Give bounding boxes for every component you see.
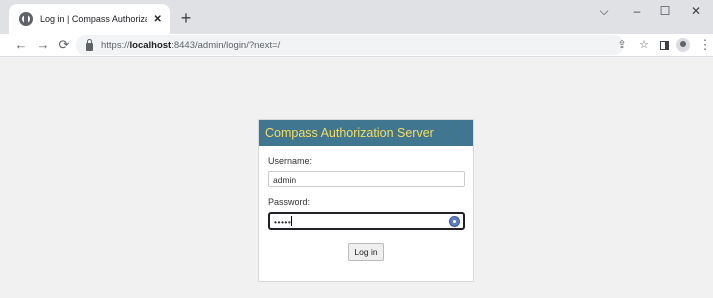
maximize-button[interactable]: ☐ xyxy=(655,4,675,18)
url-text: https://localhost:8443/admin/login/?next… xyxy=(101,39,281,51)
side-panel-icon[interactable] xyxy=(656,37,672,55)
text-caret xyxy=(291,216,293,226)
globe-icon xyxy=(19,12,33,26)
username-input[interactable]: admin xyxy=(268,171,465,187)
tab-strip: Log in | Compass Authorization Server ✕ … xyxy=(0,0,713,34)
tab-title: Log in | Compass Authorization Server xyxy=(40,14,147,24)
submit-row: Log in xyxy=(268,242,464,261)
tab-close-icon[interactable]: ✕ xyxy=(151,14,164,25)
username-label: Username: xyxy=(268,156,313,166)
bookmark-star-icon[interactable]: ☆ xyxy=(636,37,652,53)
tab-search-icon[interactable]: ⌵ xyxy=(594,4,614,19)
login-button[interactable]: Log in xyxy=(348,243,384,261)
page-viewport: Compass Authorization Server Username: a… xyxy=(0,58,713,298)
back-button[interactable]: ← xyxy=(12,36,30,54)
reload-button[interactable]: ⟳ xyxy=(55,36,73,54)
login-form: Compass Authorization Server Username: a… xyxy=(258,119,474,282)
address-bar[interactable]: https://localhost:8443/admin/login/?next… xyxy=(76,35,624,55)
password-value: ••••• xyxy=(274,217,292,227)
share-icon[interactable]: ⇪ xyxy=(614,37,630,53)
login-body: Username: admin Password: ••••• Log in xyxy=(259,146,473,261)
password-label: Password: xyxy=(268,197,311,207)
minimize-button[interactable]: – xyxy=(627,4,647,18)
login-header: Compass Authorization Server xyxy=(259,120,473,146)
browser-menu-icon[interactable]: ⋮ xyxy=(697,37,713,53)
password-input[interactable]: ••••• xyxy=(268,212,465,230)
lock-icon[interactable] xyxy=(86,38,93,51)
profile-avatar-icon[interactable] xyxy=(675,37,691,57)
new-tab-button[interactable]: + xyxy=(176,8,196,28)
close-window-button[interactable]: ✕ xyxy=(686,4,706,18)
browser-toolbar: ← → ⟳ https://localhost:8443/admin/login… xyxy=(0,34,713,57)
forward-button[interactable]: → xyxy=(34,36,52,54)
password-manager-key-icon[interactable] xyxy=(449,216,460,227)
browser-tab[interactable]: Log in | Compass Authorization Server ✕ xyxy=(9,4,170,34)
